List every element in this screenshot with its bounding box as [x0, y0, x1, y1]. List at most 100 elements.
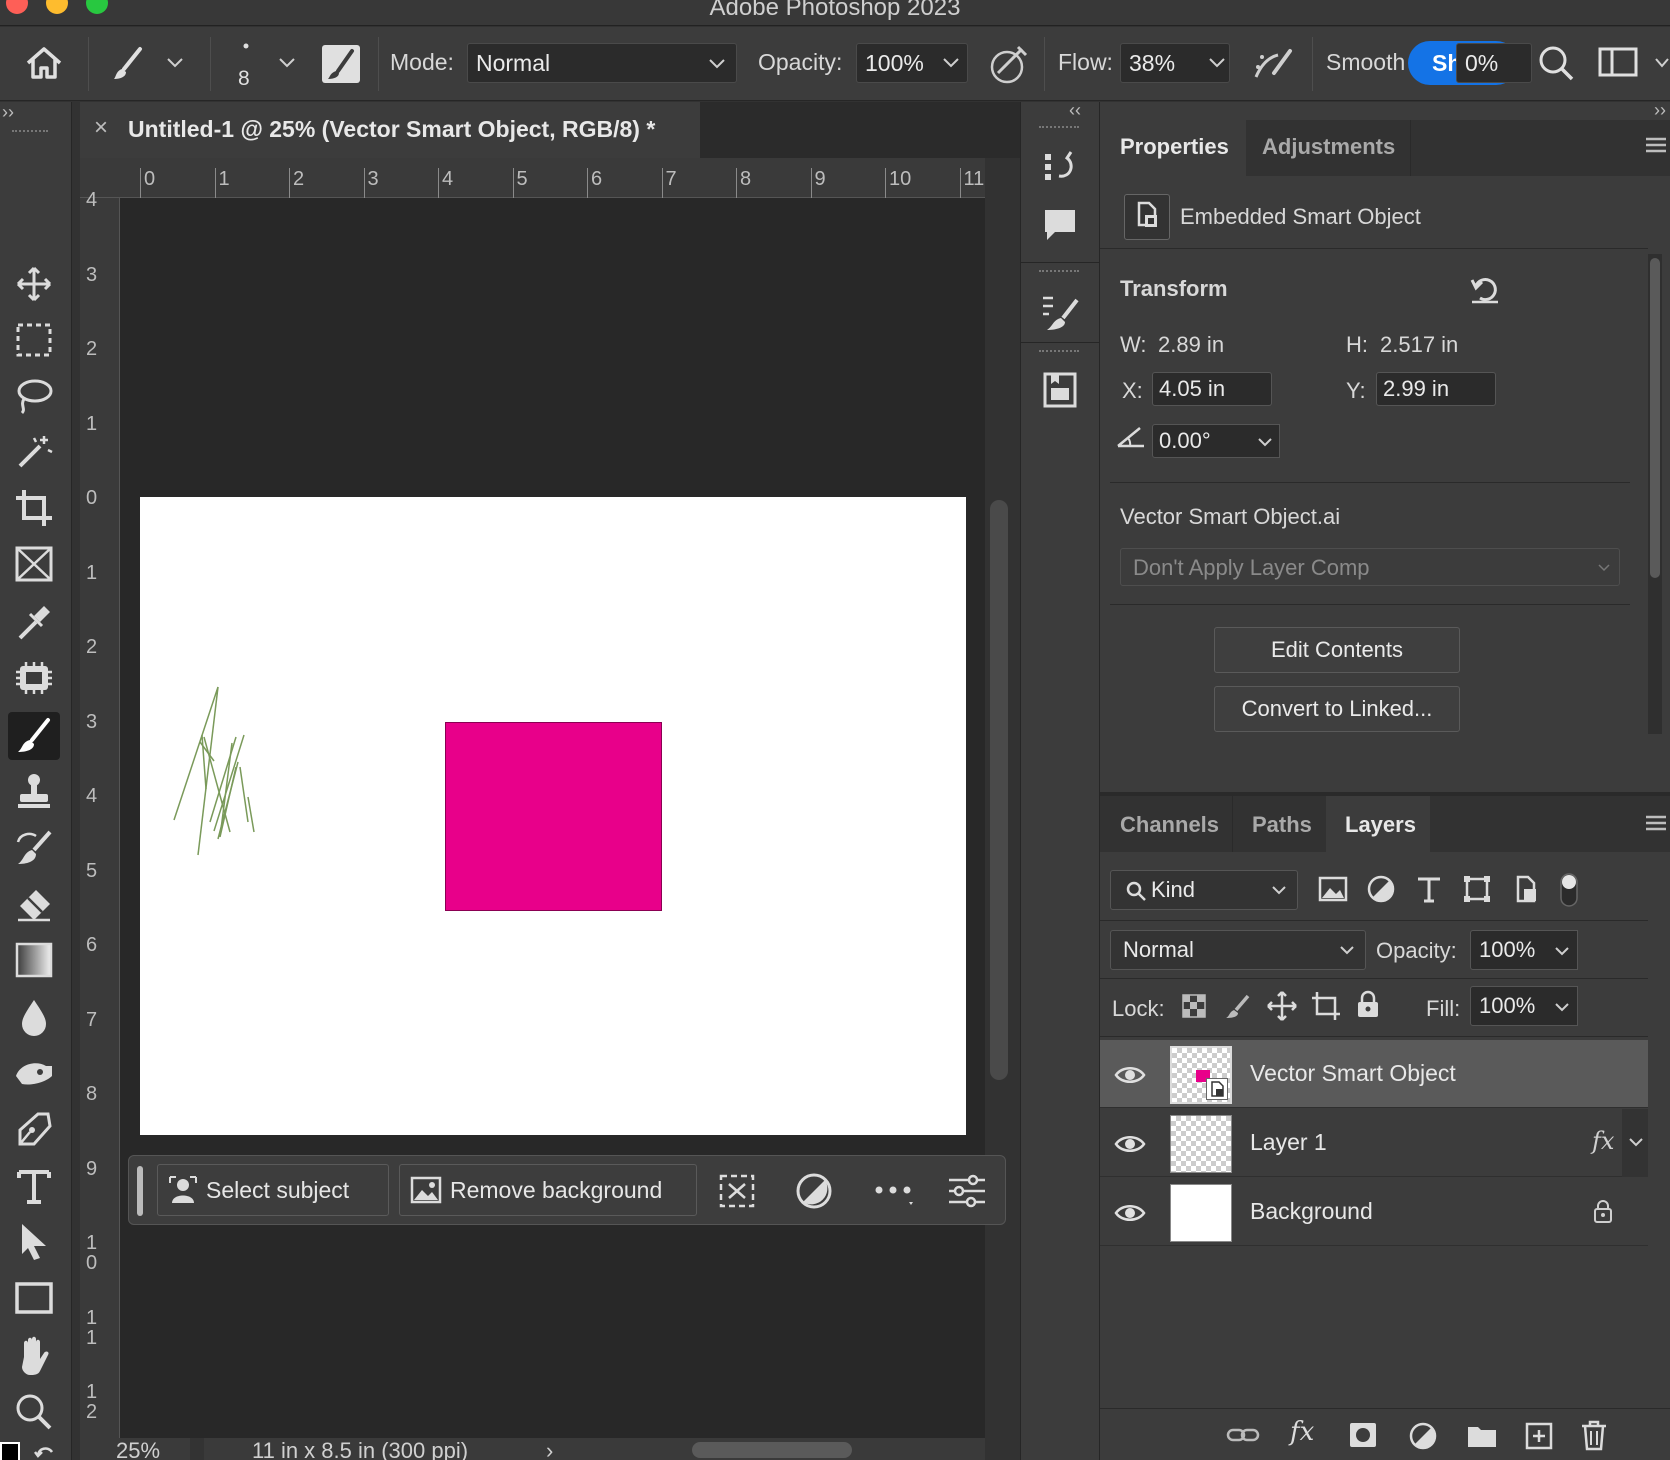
zoom-level[interactable]: 25%	[116, 1438, 160, 1460]
document-tab[interactable]: × Untitled-1 @ 25% (Vector Smart Object,…	[80, 102, 700, 158]
foreground-color-swatch[interactable]	[0, 1442, 20, 1460]
tab-layers-label[interactable]: Layers	[1345, 812, 1416, 838]
filter-pixel-icon[interactable]	[1318, 874, 1348, 904]
panel-grip[interactable]	[12, 130, 48, 134]
lasso-tool-icon[interactable]	[8, 372, 60, 420]
filter-type-icon[interactable]	[1414, 874, 1444, 904]
lock-artboard-icon[interactable]	[1310, 990, 1342, 1022]
lock-all-icon[interactable]	[1354, 988, 1382, 1020]
libraries-icon[interactable]	[1041, 370, 1079, 410]
mode-select[interactable]: Normal	[467, 43, 737, 83]
convert-to-linked-button[interactable]: Convert to Linked...	[1214, 686, 1460, 732]
ruler-vertical[interactable]: 4 3 2 1 0 1 2 3 4 5 6 7 8 9 10 11 12	[80, 190, 120, 1438]
layer-comp-select[interactable]: Don't Apply Layer Comp	[1120, 548, 1620, 586]
vertical-scrollbar[interactable]	[990, 500, 1008, 1080]
taskbar-settings-icon[interactable]	[947, 1172, 987, 1210]
layer-row[interactable]: Vector Smart Object	[1100, 1040, 1648, 1108]
lock-transparency-icon[interactable]	[1180, 992, 1208, 1020]
close-tab-icon[interactable]: ×	[94, 114, 108, 142]
blend-mode-select[interactable]: Normal	[1110, 930, 1366, 970]
spot-healing-tool-icon[interactable]	[8, 654, 60, 702]
magic-wand-tool-icon[interactable]	[8, 428, 60, 476]
chevron-down-icon[interactable]	[166, 57, 184, 69]
default-colors-icon[interactable]	[34, 1442, 56, 1460]
chevron-down-icon[interactable]	[1208, 57, 1226, 69]
workspace-icon[interactable]	[1598, 45, 1638, 79]
brush-preset-icon[interactable]	[108, 43, 148, 83]
select-subject-button[interactable]: Select subject	[157, 1164, 389, 1216]
layer-filter-kind[interactable]: Kind	[1110, 870, 1298, 910]
chevron-down-icon[interactable]	[1654, 57, 1670, 69]
type-tool-icon[interactable]	[8, 1162, 60, 1210]
brush-settings-icon[interactable]	[1041, 292, 1081, 332]
tab-channels[interactable]: Channels	[1120, 812, 1219, 838]
properties-scrollbar-thumb[interactable]	[1650, 258, 1660, 578]
rectangle-tool-icon[interactable]	[8, 1274, 60, 1322]
reset-transform-icon[interactable]	[1468, 272, 1502, 306]
filter-adjustment-icon[interactable]	[1366, 874, 1396, 904]
history-panel-icon[interactable]	[1041, 148, 1081, 188]
comments-icon[interactable]	[1041, 206, 1079, 244]
history-brush-tool-icon[interactable]	[8, 824, 60, 872]
horizontal-scrollbar[interactable]	[692, 1442, 852, 1458]
pressure-opacity-icon[interactable]	[988, 43, 1030, 85]
properties-scrollbar-track[interactable]	[1648, 254, 1662, 734]
transform-selection-icon[interactable]	[717, 1172, 757, 1210]
lock-icon[interactable]	[1592, 1198, 1614, 1224]
ruler-horizontal[interactable]: 0 1 2 3 4 5 6 7 8 9 10 11	[80, 158, 985, 198]
expand-effects-toggle[interactable]	[1622, 1109, 1648, 1177]
filter-toggle-switch[interactable]	[1558, 872, 1580, 908]
tab-paths[interactable]: Paths	[1252, 812, 1312, 838]
new-group-icon[interactable]	[1466, 1421, 1498, 1449]
taskbar-drag-handle[interactable]	[137, 1166, 143, 1216]
smoothing-input[interactable]: 0%	[1456, 43, 1532, 83]
rotation-dropdown[interactable]	[1250, 424, 1280, 458]
adjustment-circle-icon[interactable]	[795, 1172, 833, 1210]
tab-adjustments-label[interactable]: Adjustments	[1262, 134, 1395, 160]
blur-tool-icon[interactable]	[8, 994, 60, 1042]
tab-properties-label[interactable]: Properties	[1120, 134, 1229, 160]
collapse-panels-icon[interactable]: ››	[1654, 100, 1666, 121]
filter-smart-object-icon[interactable]	[1510, 874, 1540, 904]
gradient-tool-icon[interactable]	[8, 936, 60, 984]
brush-tool-icon[interactable]	[8, 712, 60, 760]
brush-size-value[interactable]: 8	[238, 67, 250, 91]
eye-visibility-icon[interactable]	[1114, 1202, 1146, 1224]
layer-opacity-dropdown[interactable]	[1546, 930, 1578, 970]
chevron-right-icon[interactable]: ›	[546, 1438, 553, 1460]
edit-contents-button[interactable]: Edit Contents	[1214, 627, 1460, 673]
frame-tool-icon[interactable]	[8, 540, 60, 588]
home-icon[interactable]	[22, 41, 66, 85]
hand-tool-icon[interactable]	[8, 1332, 60, 1380]
layer-row[interactable]: Background	[1100, 1178, 1648, 1246]
filter-shape-icon[interactable]	[1462, 874, 1492, 904]
x-position-input[interactable]: 4.05 in	[1152, 372, 1272, 406]
new-adjustment-layer-icon[interactable]	[1408, 1421, 1438, 1451]
fill-dropdown[interactable]	[1546, 986, 1578, 1026]
panel-menu-icon[interactable]	[1644, 812, 1668, 834]
link-layers-icon[interactable]	[1226, 1423, 1260, 1447]
delete-layer-icon[interactable]	[1580, 1419, 1608, 1451]
panel-menu-icon[interactable]	[1644, 134, 1668, 156]
panel-grip[interactable]	[1039, 350, 1079, 354]
eye-visibility-icon[interactable]	[1114, 1064, 1146, 1086]
lock-pixels-icon[interactable]	[1224, 992, 1252, 1020]
remove-background-button[interactable]: Remove background	[399, 1164, 697, 1216]
zoom-tool-icon[interactable]	[8, 1388, 60, 1436]
pen-tool-icon[interactable]	[8, 1106, 60, 1154]
expand-panel-icon[interactable]: ››	[2, 102, 14, 123]
layer-row[interactable]: Layer 1 fx	[1100, 1109, 1648, 1177]
path-selection-tool-icon[interactable]	[8, 1218, 60, 1266]
layer-effects-badge[interactable]: fx	[1592, 1127, 1614, 1155]
y-position-input[interactable]: 2.99 in	[1376, 372, 1496, 406]
airbrush-icon[interactable]	[1252, 43, 1296, 85]
lock-position-icon[interactable]	[1266, 990, 1298, 1022]
chevron-down-icon[interactable]	[278, 57, 296, 69]
clone-stamp-tool-icon[interactable]	[8, 768, 60, 816]
vector-smart-object-shape[interactable]	[445, 722, 662, 911]
eye-visibility-icon[interactable]	[1114, 1133, 1146, 1155]
add-mask-icon[interactable]	[1348, 1421, 1378, 1449]
eraser-tool-icon[interactable]	[8, 880, 60, 928]
collapse-panels-icon[interactable]: ‹‹	[1069, 100, 1081, 121]
more-options-icon[interactable]	[873, 1182, 913, 1208]
